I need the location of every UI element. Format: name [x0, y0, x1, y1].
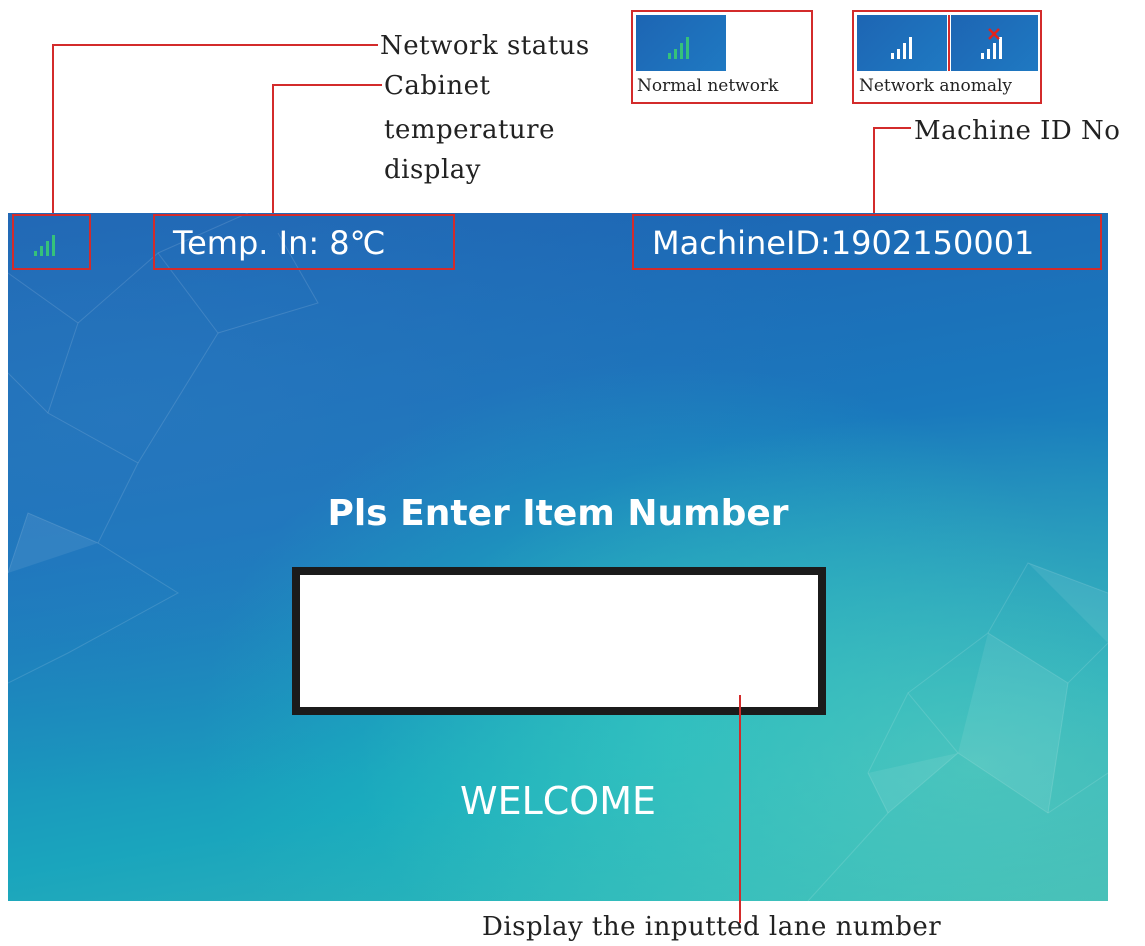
anomaly-tile-normal [857, 15, 947, 71]
temperature-box: Temp. In: 8℃ [153, 214, 455, 270]
normal-network-caption: Normal network [637, 76, 779, 96]
cabinet-temp-label-line3: display [384, 155, 481, 185]
leader-line-machine-h [873, 127, 911, 129]
leader-line-network-h [52, 44, 378, 46]
cabinet-temp-label-line1: Cabinet [384, 71, 491, 101]
machine-id-value: MachineID:1902150001 [652, 224, 1035, 262]
network-anomaly-legend: Network anomaly [852, 10, 1042, 104]
machine-id-label: Machine ID No [914, 116, 1121, 146]
signal-bars-icon [891, 31, 921, 59]
item-number-input[interactable] [292, 567, 826, 715]
cabinet-temp-label-line2: temperature [384, 115, 555, 145]
normal-network-tile [636, 15, 726, 71]
signal-bars-icon [34, 230, 62, 256]
cabinet-temperature: Temp. In: 8℃ [173, 224, 386, 262]
leader-line-network-v [52, 44, 54, 228]
leader-line-temp-h [272, 84, 382, 86]
signal-bars-with-red-x-icon [981, 28, 1011, 59]
leader-line-temp-v [272, 84, 274, 228]
lane-number-label: Display the inputted lane number [482, 912, 942, 942]
network-status-box [12, 214, 91, 270]
anomaly-divider [948, 15, 950, 71]
network-anomaly-caption: Network anomaly [859, 76, 1012, 96]
leader-line-lane [739, 695, 741, 923]
normal-network-legend: Normal network [631, 10, 813, 104]
item-number-prompt: Pls Enter Item Number [327, 493, 789, 534]
network-status-label: Network status [380, 31, 590, 61]
machine-id-box: MachineID:1902150001 [632, 214, 1102, 270]
vending-screen: Temp. In: 8℃ MachineID:1902150001 Pls En… [8, 213, 1108, 901]
welcome-text: WELCOME [460, 779, 656, 823]
anomaly-tile-error [951, 15, 1038, 71]
signal-bars-icon [668, 31, 698, 59]
